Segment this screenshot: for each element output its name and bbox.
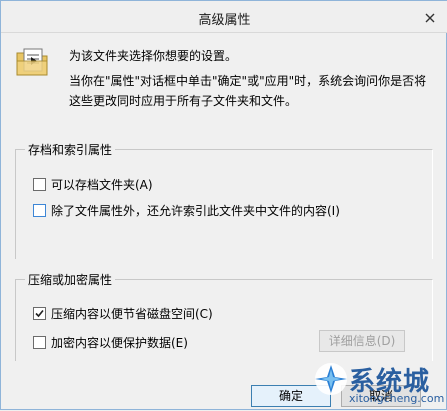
encrypt-checkbox-label[interactable]: 加密内容以便保护数据(E) xyxy=(51,334,188,351)
archive-index-group-title: 存档和索引属性 xyxy=(25,141,116,158)
folder-properties-icon xyxy=(16,48,48,76)
index-content-checkbox-label[interactable]: 除了文件属性外，还允许索引此文件夹中文件的内容(I) xyxy=(51,202,340,219)
intro-line-2: 当你在"属性"对话框中单击"确定"或"应用"时，系统会询问你是否将这些更改同时应… xyxy=(69,74,427,108)
encrypt-checkbox[interactable] xyxy=(33,336,46,349)
dialog-title: 高级属性 xyxy=(198,13,251,28)
watermark-url: xitongcheng.com xyxy=(349,392,445,405)
title-bar: 高级属性 xyxy=(1,1,447,33)
checkmark-icon xyxy=(35,309,44,318)
intro-line-1: 为该文件夹选择你想要的设置。 xyxy=(69,49,238,63)
close-icon xyxy=(425,13,435,23)
archive-checkbox[interactable] xyxy=(33,178,46,191)
index-content-checkbox[interactable] xyxy=(33,204,46,217)
compress-checkbox-label[interactable]: 压缩内容以便节省磁盘空间(C) xyxy=(51,305,213,322)
compress-checkbox[interactable] xyxy=(33,307,46,320)
compress-encrypt-group-title: 压缩或加密属性 xyxy=(25,271,116,288)
archive-checkbox-label[interactable]: 可以存档文件夹(A) xyxy=(51,176,153,193)
close-button[interactable] xyxy=(418,7,440,27)
details-button[interactable]: 详细信息(D) xyxy=(319,330,405,352)
advanced-attributes-dialog: 高级属性 为该文件夹选择你想要的设置。 当你在"属性"对话框中单击"确定"或"应… xyxy=(0,0,447,410)
